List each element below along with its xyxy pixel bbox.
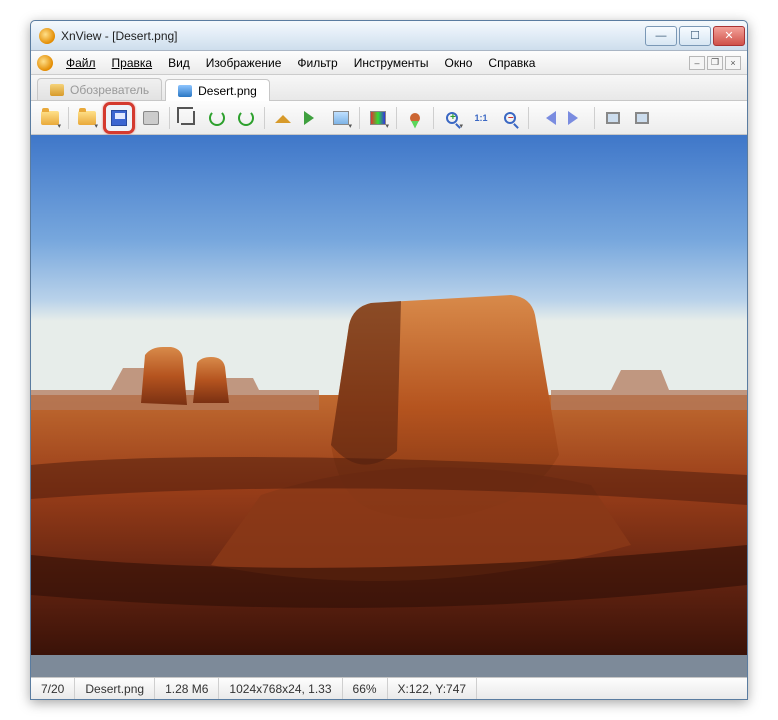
export-arrow-icon: [304, 111, 321, 125]
tab-browser-label: Обозреватель: [70, 83, 149, 97]
titlebar[interactable]: XnView - [Desert.png] — ☐ ✕: [31, 21, 747, 51]
mdi-minimize-button[interactable]: –: [689, 56, 705, 70]
mdi-buttons: – ❐ ×: [689, 56, 741, 70]
menubar-app-icon: [37, 55, 53, 71]
image-tab-icon: [178, 85, 192, 97]
screen-fit-icon: [606, 112, 620, 124]
award-button[interactable]: [402, 105, 428, 131]
separator: [169, 107, 170, 129]
rotate-ccw-button[interactable]: [204, 105, 230, 131]
separator: [264, 107, 265, 129]
close-button[interactable]: ✕: [713, 26, 745, 46]
browser-icon: [50, 84, 64, 96]
folder-open-icon: [78, 111, 96, 125]
crop-icon: [181, 111, 195, 125]
app-icon: [39, 28, 55, 44]
zoom-11-button[interactable]: 1:1: [468, 105, 494, 131]
menu-filter[interactable]: Фильтр: [290, 54, 344, 72]
open-button[interactable]: [74, 105, 100, 131]
menu-help[interactable]: Справка: [481, 54, 542, 72]
menu-edit[interactable]: Правка: [105, 54, 160, 72]
award-icon: [410, 113, 420, 123]
menu-window[interactable]: Окно: [438, 54, 480, 72]
home-icon: [275, 107, 291, 123]
screen-r-button[interactable]: [629, 105, 655, 131]
screen-full-icon: [635, 112, 649, 124]
crop-button[interactable]: [175, 105, 201, 131]
save-button[interactable]: [103, 102, 135, 134]
mdi-close-button[interactable]: ×: [725, 56, 741, 70]
menu-image[interactable]: Изображение: [199, 54, 289, 72]
rotate-ccw-icon: [209, 110, 225, 126]
minimize-button[interactable]: —: [645, 26, 677, 46]
zoom-out-icon: –: [504, 112, 516, 124]
status-filesize: 1.28 M6: [155, 678, 219, 699]
zoom-in-button[interactable]: +: [439, 105, 465, 131]
palette-icon: [370, 111, 386, 125]
next-arrow-icon: [568, 111, 585, 125]
zoom-11-icon: 1:1: [474, 113, 487, 123]
app-window: XnView - [Desert.png] — ☐ ✕ Файл Правка …: [30, 20, 748, 700]
tab-file[interactable]: Desert.png: [165, 79, 270, 101]
folder-tree-icon: [41, 111, 59, 125]
export-button[interactable]: [299, 105, 325, 131]
menu-view[interactable]: Вид: [161, 54, 197, 72]
floppy-disk-icon: [111, 110, 127, 126]
separator: [594, 107, 595, 129]
zoom-out-button[interactable]: –: [497, 105, 523, 131]
prev-arrow-icon: [539, 111, 556, 125]
screen-l-button[interactable]: [600, 105, 626, 131]
status-coords: X:122, Y:747: [388, 678, 478, 699]
mdi-restore-button[interactable]: ❐: [707, 56, 723, 70]
rotate-cw-icon: [238, 110, 254, 126]
separator: [359, 107, 360, 129]
prev-button[interactable]: [534, 105, 560, 131]
separator: [528, 107, 529, 129]
palette-button[interactable]: [365, 105, 391, 131]
rotate-cw-button[interactable]: [233, 105, 259, 131]
maximize-button[interactable]: ☐: [679, 26, 711, 46]
tabs: Обозреватель Desert.png: [31, 75, 747, 101]
tab-browser[interactable]: Обозреватель: [37, 78, 162, 100]
print-button[interactable]: [138, 105, 164, 131]
window-title: XnView - [Desert.png]: [61, 29, 645, 43]
menu-tools[interactable]: Инструменты: [347, 54, 436, 72]
status-index: 7/20: [31, 678, 75, 699]
desert-image: [31, 135, 747, 655]
menubar: Файл Правка Вид Изображение Фильтр Инстр…: [31, 51, 747, 75]
picture-button[interactable]: [328, 105, 354, 131]
next-button[interactable]: [563, 105, 589, 131]
separator: [396, 107, 397, 129]
menu-file[interactable]: Файл: [59, 54, 103, 72]
separator: [68, 107, 69, 129]
image-viewport[interactable]: [31, 135, 747, 677]
window-buttons: — ☐ ✕: [645, 26, 745, 46]
statusbar: 7/20 Desert.png 1.28 M6 1024x768x24, 1.3…: [31, 677, 747, 699]
picture-icon: [333, 111, 349, 125]
zoom-in-icon: +: [446, 112, 458, 124]
tab-file-label: Desert.png: [198, 84, 257, 98]
printer-icon: [143, 111, 159, 125]
browse-button[interactable]: [37, 105, 63, 131]
status-zoom: 66%: [343, 678, 388, 699]
separator: [433, 107, 434, 129]
toolbar: + 1:1 –: [31, 101, 747, 135]
status-filename: Desert.png: [75, 678, 155, 699]
home-button[interactable]: [270, 105, 296, 131]
status-dimensions: 1024x768x24, 1.33: [219, 678, 342, 699]
